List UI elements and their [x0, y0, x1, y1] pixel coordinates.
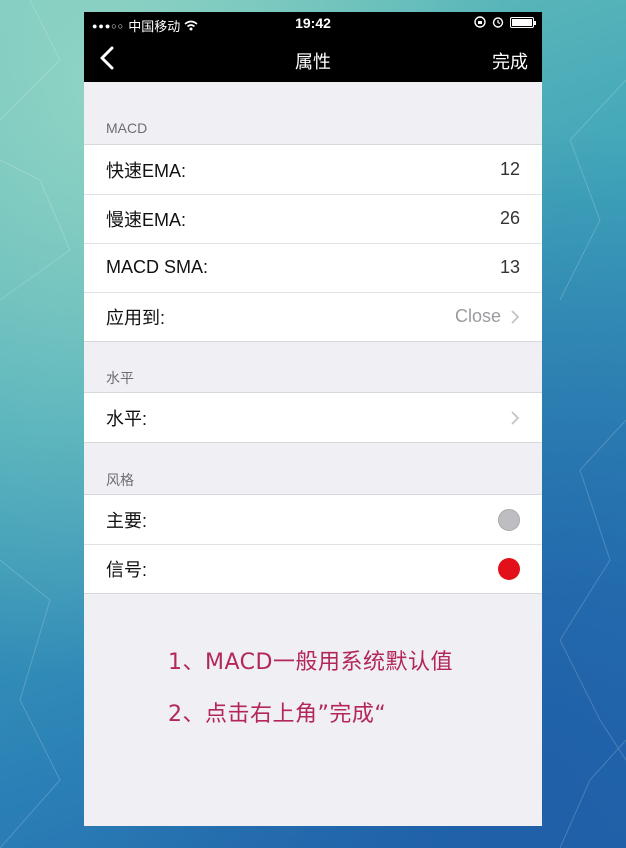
battery-icon [510, 16, 536, 28]
signal-color-row[interactable]: 信号: [84, 544, 542, 593]
done-button[interactable]: 完成 [492, 48, 528, 74]
level-row[interactable]: 水平: [84, 393, 542, 442]
level-label: 水平: [106, 408, 148, 429]
level-settings-group: 水平: [84, 392, 542, 443]
primary-color-swatch[interactable] [498, 508, 520, 531]
chevron-right-icon [511, 410, 520, 425]
apply-to-label: 应用到: [106, 307, 166, 328]
section-header-macd: MACD [106, 120, 148, 136]
page-title: 属性 [295, 52, 331, 72]
slow-ema-value: 26 [499, 208, 520, 228]
style-settings-group: 主要: 信号: [84, 494, 542, 594]
signal-color-label: 信号: [106, 559, 148, 580]
slow-ema-label: 慢速EMA: [106, 209, 187, 230]
apply-to-value: Close [454, 306, 501, 326]
navigation-bar: 属性 完成 [84, 34, 542, 82]
alarm-icon [492, 17, 504, 28]
phone-screen: ●●●○○ 中国移动 19:42 属性 完成 MACD 快速EMA: 12 慢速… [84, 12, 542, 826]
fast-ema-value: 12 [499, 159, 520, 179]
primary-color-row[interactable]: 主要: [84, 495, 542, 544]
slow-ema-row[interactable]: 慢速EMA: 26 [84, 194, 542, 243]
primary-color-label: 主要: [106, 510, 148, 531]
fast-ema-row[interactable]: 快速EMA: 12 [84, 145, 542, 194]
apply-to-row[interactable]: 应用到: Close [84, 292, 542, 341]
section-header-level: 水平 [106, 370, 134, 386]
signal-color-swatch[interactable] [498, 557, 520, 580]
macd-sma-row[interactable]: MACD SMA: 13 [84, 243, 542, 292]
macd-settings-group: 快速EMA: 12 慢速EMA: 26 MACD SMA: 13 应用到: Cl… [84, 144, 542, 342]
fast-ema-label: 快速EMA: [106, 160, 187, 181]
instruction-note-2: 2、点击右上角”完成“ [168, 702, 387, 727]
rotation-lock-icon [474, 16, 486, 28]
macd-sma-value: 13 [499, 257, 520, 277]
section-header-style: 风格 [106, 472, 134, 488]
macd-sma-label: MACD SMA: [106, 257, 209, 277]
instruction-note-1: 1、MACD一般用系统默认值 [168, 650, 453, 675]
status-bar: ●●●○○ 中国移动 19:42 [84, 12, 542, 34]
chevron-right-icon [511, 309, 520, 324]
